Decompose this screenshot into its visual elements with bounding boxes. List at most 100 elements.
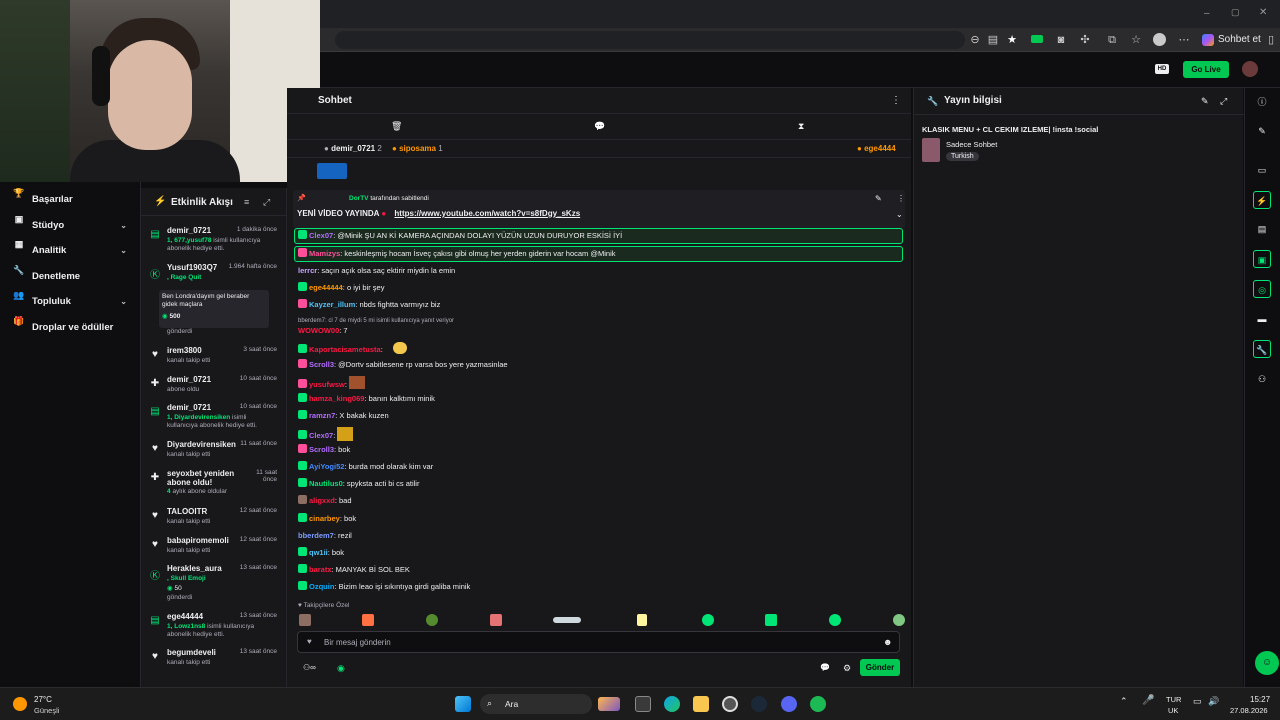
chat-username[interactable]: baratx [309, 565, 332, 574]
users-icon[interactable]: ⚇∞ [303, 663, 316, 672]
save-icon[interactable]: ▬ [1253, 310, 1271, 328]
chat-username[interactable]: aligxxd [309, 496, 335, 505]
close-icon[interactable]: ✕ [1259, 7, 1267, 18]
chat-username[interactable]: AyiYogi52 [309, 462, 344, 471]
clock-date[interactable]: 27.08.2026 [1230, 706, 1268, 715]
taskbar-search[interactable]: ⌕ Ara [480, 694, 620, 714]
support-chat-button[interactable]: ☺ [1255, 651, 1279, 675]
chatter-chip[interactable]: ● ege4444 [857, 144, 896, 153]
edit-icon[interactable]: ✎ [1253, 122, 1271, 140]
steam-icon[interactable] [751, 696, 767, 712]
people-icon[interactable]: ⚇ [1253, 370, 1271, 388]
emote-icon[interactable] [299, 614, 311, 626]
unpin-icon[interactable]: ✎ [875, 194, 882, 203]
hourglass-icon[interactable]: ⧗ [798, 121, 804, 132]
lang2[interactable]: UK [1168, 706, 1178, 715]
video-icon[interactable]: ▭ [1253, 161, 1271, 179]
info-icon[interactable]: ⓘ [1253, 93, 1271, 111]
chat-username[interactable]: Nautilus0 [309, 479, 343, 488]
reader-icon[interactable]: ▤ [984, 31, 1002, 49]
feed-username[interactable]: demir_0721 [167, 403, 211, 412]
chat-icon[interactable]: ▣ [1253, 250, 1271, 268]
mic-icon[interactable]: 🎤 [1142, 695, 1154, 706]
feed-username[interactable]: begumdeveli [167, 648, 216, 657]
chat-username[interactable]: ramzn7 [309, 411, 335, 420]
feed-username[interactable]: seyoxbet yeniden abone oldu! [167, 469, 237, 487]
popout-icon[interactable]: ⤢ [1220, 96, 1227, 107]
clock-time[interactable]: 15:27 [1250, 695, 1270, 704]
category-thumbnail[interactable] [922, 138, 940, 162]
pinned-menu-icon[interactable]: ⋮ [897, 194, 905, 203]
gear-icon[interactable]: ⚙ [843, 663, 851, 674]
emote-icon[interactable] [765, 614, 777, 626]
spotify-icon[interactable] [810, 696, 826, 712]
nav-item-drops[interactable]: 🎁 Droplar ve ödüller [0, 317, 141, 339]
address-bar[interactable] [335, 31, 965, 49]
chat-username[interactable]: Kayzer_illum [309, 300, 355, 309]
chat-username[interactable]: bberdem7 [298, 531, 334, 540]
nav-item-community[interactable]: 👥 Topluluk ⌄ [0, 291, 141, 313]
tray-chevron-icon[interactable]: ⌃ [1120, 696, 1128, 707]
chat-username[interactable]: cinarbey [309, 514, 340, 523]
chat-username[interactable]: lerrcr [298, 266, 317, 275]
discord-icon[interactable] [781, 696, 797, 712]
feed-username[interactable]: demir_0721 [167, 375, 211, 384]
nav-item-studio[interactable]: ▣ Stüdyo ⌄ [0, 215, 141, 237]
bolt-icon[interactable]: ⚡ [1253, 191, 1271, 209]
nav-item-achievements[interactable]: 🏆 Başarılar [0, 189, 141, 211]
favorites-icon[interactable]: ☆ [1127, 31, 1145, 49]
emote-icon[interactable] [426, 614, 438, 626]
feed-username[interactable]: Diyardevirensiken [167, 440, 236, 449]
task-view-icon[interactable] [635, 696, 651, 712]
extension-green-icon[interactable] [1028, 31, 1046, 49]
emote-icon[interactable] [702, 614, 714, 626]
feed-username[interactable]: Yusuf1903Q7 [167, 263, 217, 272]
chat-username[interactable]: Kaportacisametusta [309, 345, 381, 354]
nav-item-analytics[interactable]: ▦ Analitik ⌄ [0, 240, 141, 262]
chatter-chip[interactable]: ● siposama 1 [392, 144, 443, 153]
chat-username[interactable]: Scroll3 [309, 445, 334, 454]
edit-icon[interactable]: ✎ [1201, 96, 1209, 107]
pip-tab[interactable] [317, 163, 347, 179]
target-icon[interactable]: ◎ [1253, 280, 1271, 298]
avatar[interactable] [1242, 61, 1258, 77]
chat-username[interactable]: Clex07 [309, 431, 333, 440]
emote-icon[interactable] [829, 614, 841, 626]
chat-bubble-icon[interactable]: 💬 [820, 663, 830, 672]
network-icon[interactable]: ▭ [1193, 696, 1202, 707]
minimize-icon[interactable]: – [1204, 8, 1210, 19]
volume-icon[interactable]: 🔊 [1208, 696, 1219, 707]
chat-username[interactable]: Scroll3 [309, 360, 334, 369]
send-button[interactable]: Gönder [860, 659, 900, 676]
feed-username[interactable]: demir_0721 [167, 226, 211, 235]
chat-menu-icon[interactable]: ⋮ [891, 95, 901, 106]
chat-username[interactable]: hamza_king069 [309, 394, 364, 403]
category-name[interactable]: Sadece Sohbet [946, 140, 997, 149]
feed-username[interactable]: TALOOITR [167, 507, 207, 516]
lang1[interactable]: TUR [1166, 695, 1181, 704]
go-live-button[interactable]: Go Live [1183, 61, 1229, 78]
feed-username[interactable]: ege44444 [167, 612, 203, 621]
emote-icon[interactable] [362, 614, 374, 626]
copilot-label[interactable]: Sohbet et [1218, 31, 1261, 49]
emote-icon[interactable] [637, 614, 647, 626]
chat-username[interactable]: yusufwsw [309, 380, 345, 389]
chevron-down-icon[interactable]: ⌄ [896, 210, 903, 219]
chat-username[interactable]: Ozquin [309, 582, 334, 591]
split-screen-icon[interactable]: ⧉ [1103, 31, 1121, 49]
puzzle-icon[interactable]: ✣ [1076, 31, 1094, 49]
windows-start-icon[interactable] [455, 696, 471, 712]
sidebar-toggle-icon[interactable]: ▯ [1262, 31, 1280, 49]
chat-username[interactable]: Clex07 [309, 231, 333, 240]
feed-username[interactable]: babapiromemoli [167, 536, 229, 545]
feed-username[interactable]: irem3800 [167, 346, 202, 355]
trash-icon[interactable]: 🗑 [391, 121, 402, 132]
profile-icon[interactable] [1150, 31, 1168, 49]
emote-icon[interactable] [490, 614, 502, 626]
zoom-icon[interactable]: ⊖ [966, 31, 984, 49]
extension-icon[interactable]: ◙ [1052, 31, 1070, 49]
chat-username[interactable]: WOWOW00 [298, 326, 339, 335]
popout-icon[interactable]: ⤢ [263, 197, 270, 208]
feed-username[interactable]: Herakles_aura [167, 564, 222, 573]
more-icon[interactable]: ⋯ [1175, 31, 1193, 49]
